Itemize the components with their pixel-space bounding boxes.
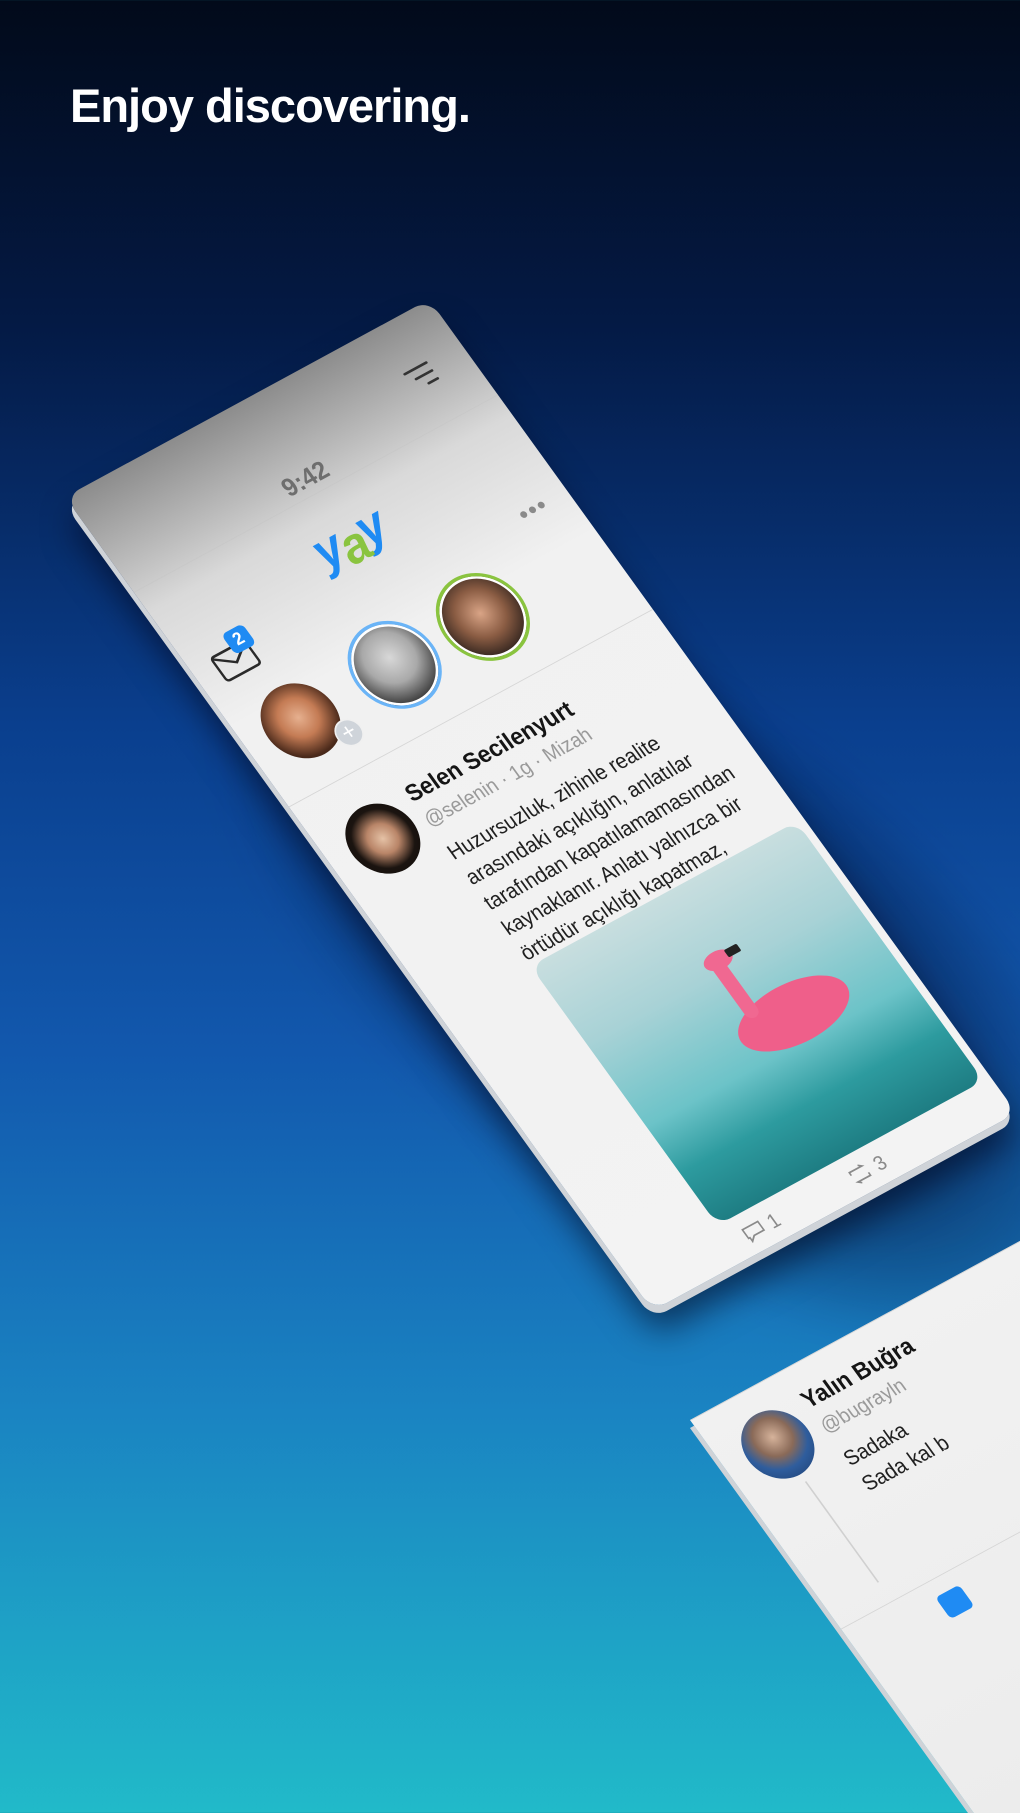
comment-icon[interactable]: [739, 1219, 769, 1245]
home-icon[interactable]: [935, 1584, 975, 1620]
thread-line: [804, 1481, 880, 1583]
headline: Enjoy discovering.: [70, 79, 471, 132]
flamingo-float: [685, 920, 865, 1068]
more-icon[interactable]: •••: [512, 491, 556, 530]
repost-icon[interactable]: [844, 1161, 875, 1187]
reply-author-avatar[interactable]: [726, 1398, 830, 1491]
